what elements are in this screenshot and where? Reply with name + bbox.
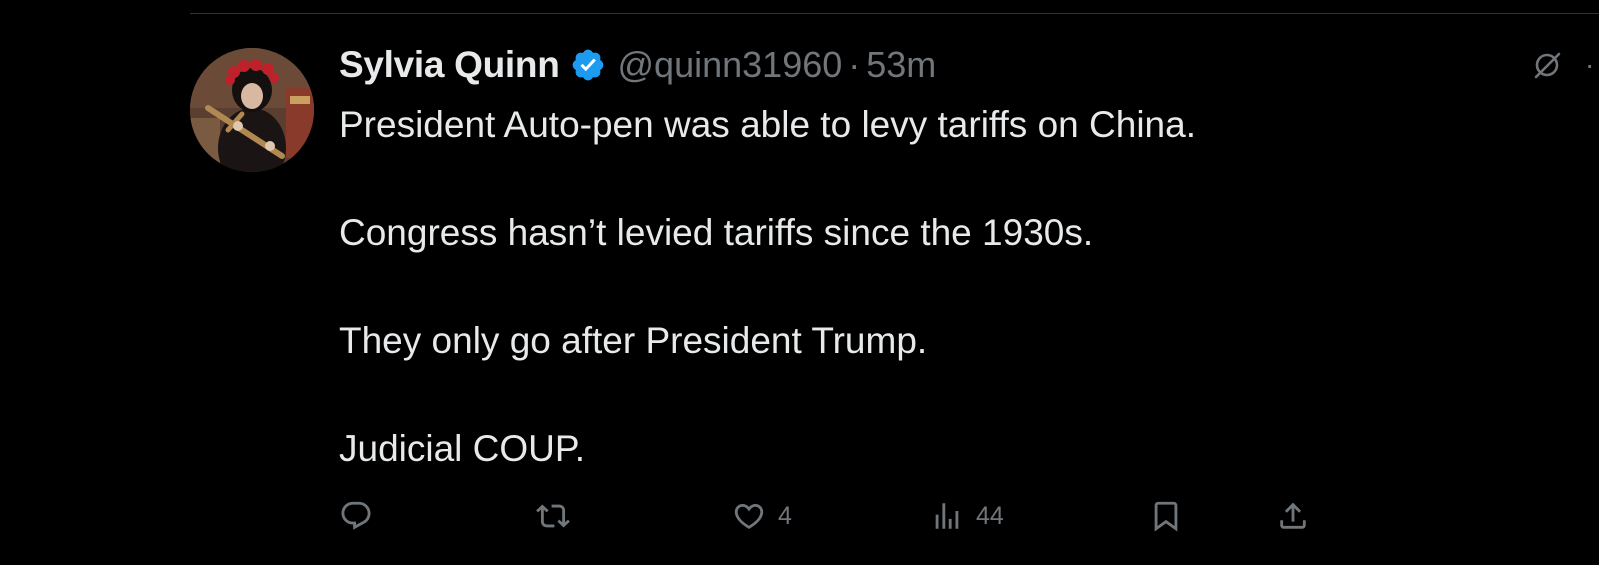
views-icon xyxy=(935,503,959,529)
like-button[interactable]: 4 xyxy=(732,492,792,540)
post-timestamp[interactable]: 53m xyxy=(866,44,936,86)
repost-button[interactable] xyxy=(536,492,570,540)
top-divider xyxy=(190,13,1599,14)
post-text-line: They only go after President Trump. xyxy=(339,320,928,361)
post-text-line: Judicial COUP. xyxy=(339,428,586,469)
share-icon xyxy=(1280,502,1306,529)
post-header: Sylvia Quinn @quinn31960 · 53m xyxy=(339,42,936,88)
reply-button[interactable] xyxy=(339,492,373,540)
display-name[interactable]: Sylvia Quinn xyxy=(339,44,560,86)
share-button[interactable] xyxy=(1276,492,1310,540)
like-count: 4 xyxy=(778,501,792,530)
verified-badge-icon[interactable] xyxy=(570,47,606,83)
repost-icon xyxy=(536,504,570,528)
heart-icon xyxy=(734,503,764,529)
post-text: President Auto-pen was able to levy tari… xyxy=(339,98,1519,476)
reply-icon xyxy=(341,501,371,530)
grok-icon[interactable] xyxy=(1532,50,1562,80)
avatar-image xyxy=(190,48,314,172)
bookmark-button[interactable] xyxy=(1149,492,1183,540)
separator-dot: · xyxy=(848,44,861,85)
views-button[interactable]: 44 xyxy=(930,492,1004,540)
avatar[interactable] xyxy=(190,48,314,172)
user-handle[interactable]: @quinn31960 xyxy=(618,44,843,86)
views-count: 44 xyxy=(976,501,1004,530)
post-actions: 4 44 xyxy=(339,492,1319,540)
post-text-line: Congress hasn’t levied tariffs since the… xyxy=(339,212,1094,253)
more-dots-icon[interactable]: · xyxy=(1585,50,1594,80)
bookmark-icon xyxy=(1154,501,1178,532)
post-text-line: President Auto-pen was able to levy tari… xyxy=(339,104,1196,145)
